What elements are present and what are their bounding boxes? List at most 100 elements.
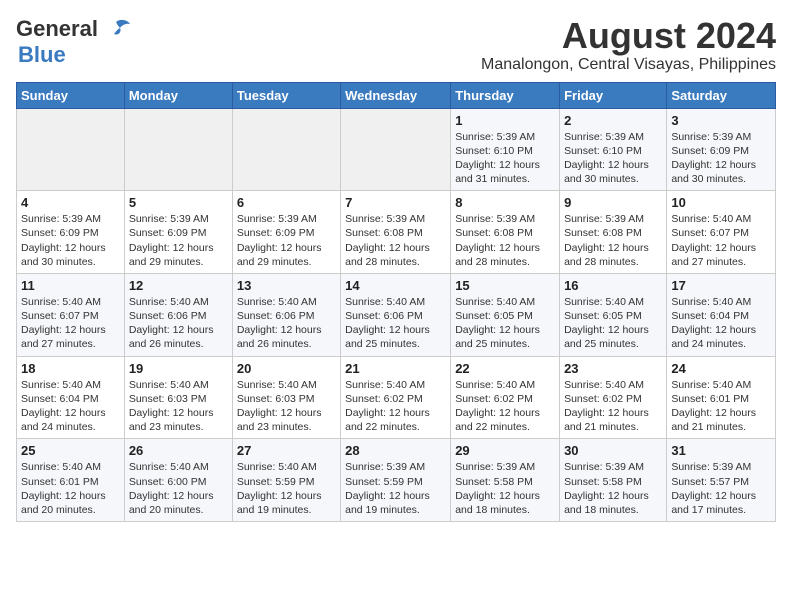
calendar-cell: 12 Sunrise: 5:40 AM Sunset: 6:06 PM Dayli…	[124, 273, 232, 356]
day-number: 6	[237, 195, 336, 210]
day-info: Sunrise: 5:39 AM Sunset: 6:10 PM Dayligh…	[455, 130, 555, 187]
calendar-cell: 19 Sunrise: 5:40 AM Sunset: 6:03 PM Dayli…	[124, 356, 232, 439]
weekday-header: Tuesday	[232, 82, 340, 108]
day-info: Sunrise: 5:39 AM Sunset: 5:59 PM Dayligh…	[345, 460, 446, 517]
calendar-cell: 10Sunrise: 5:40 AM Sunset: 6:07 PM Dayli…	[667, 191, 776, 274]
page-title: August 2024	[481, 16, 776, 56]
calendar-cell: 3Sunrise: 5:39 AM Sunset: 6:09 PM Daylig…	[667, 108, 776, 191]
weekday-header: Sunday	[17, 82, 125, 108]
calendar-cell: 6 Sunrise: 5:39 AM Sunset: 6:09 PM Daylig…	[232, 191, 340, 274]
calendar-cell	[124, 108, 232, 191]
calendar-cell: 8Sunrise: 5:39 AM Sunset: 6:08 PM Daylig…	[451, 191, 560, 274]
day-number: 22	[455, 361, 555, 376]
calendar-cell: 25 Sunrise: 5:40 AM Sunset: 6:01 PM Dayli…	[17, 439, 125, 522]
day-number: 18	[21, 361, 120, 376]
day-number: 15	[455, 278, 555, 293]
calendar-cell: 24Sunrise: 5:40 AM Sunset: 6:01 PM Dayli…	[667, 356, 776, 439]
day-number: 25	[21, 443, 120, 458]
weekday-header: Thursday	[451, 82, 560, 108]
calendar-cell: 5Sunrise: 5:39 AM Sunset: 6:09 PM Daylig…	[124, 191, 232, 274]
day-number: 13	[237, 278, 336, 293]
weekday-header: Friday	[560, 82, 667, 108]
page-subtitle: Manalongon, Central Visayas, Philippines	[481, 56, 776, 74]
calendar-cell: 29 Sunrise: 5:39 AM Sunset: 5:58 PM Dayli…	[451, 439, 560, 522]
logo-bird-icon	[100, 18, 132, 40]
day-info: Sunrise: 5:39 AM Sunset: 6:10 PM Dayligh…	[564, 130, 662, 187]
calendar-cell: 23 Sunrise: 5:40 AM Sunset: 6:02 PM Dayli…	[560, 356, 667, 439]
day-info: Sunrise: 5:40 AM Sunset: 6:02 PM Dayligh…	[455, 378, 555, 435]
calendar-cell: 9 Sunrise: 5:39 AM Sunset: 6:08 PM Daylig…	[560, 191, 667, 274]
weekday-header: Wednesday	[341, 82, 451, 108]
day-number: 9	[564, 195, 662, 210]
day-info: Sunrise: 5:39 AM Sunset: 6:08 PM Dayligh…	[345, 212, 446, 269]
day-info: Sunrise: 5:40 AM Sunset: 6:06 PM Dayligh…	[129, 295, 228, 352]
calendar-cell: 15 Sunrise: 5:40 AM Sunset: 6:05 PM Dayli…	[451, 273, 560, 356]
calendar-cell: 1 Sunrise: 5:39 AM Sunset: 6:10 PM Daylig…	[451, 108, 560, 191]
weekday-header: Saturday	[667, 82, 776, 108]
calendar-cell	[341, 108, 451, 191]
calendar-cell	[232, 108, 340, 191]
calendar-week-row: 25 Sunrise: 5:40 AM Sunset: 6:01 PM Dayli…	[17, 439, 776, 522]
calendar-table: SundayMondayTuesdayWednesdayThursdayFrid…	[16, 82, 776, 522]
day-number: 31	[671, 443, 771, 458]
day-info: Sunrise: 5:39 AM Sunset: 6:09 PM Dayligh…	[671, 130, 771, 187]
day-number: 20	[237, 361, 336, 376]
day-number: 1	[455, 113, 555, 128]
logo-blue-text: Blue	[18, 42, 66, 67]
day-info: Sunrise: 5:39 AM Sunset: 5:58 PM Dayligh…	[455, 460, 555, 517]
day-info: Sunrise: 5:39 AM Sunset: 6:08 PM Dayligh…	[564, 212, 662, 269]
calendar-cell: 21Sunrise: 5:40 AM Sunset: 6:02 PM Dayli…	[341, 356, 451, 439]
day-number: 26	[129, 443, 228, 458]
calendar-cell: 4Sunrise: 5:39 AM Sunset: 6:09 PM Daylig…	[17, 191, 125, 274]
calendar-cell: 20Sunrise: 5:40 AM Sunset: 6:03 PM Dayli…	[232, 356, 340, 439]
day-info: Sunrise: 5:40 AM Sunset: 6:05 PM Dayligh…	[455, 295, 555, 352]
day-info: Sunrise: 5:40 AM Sunset: 6:06 PM Dayligh…	[237, 295, 336, 352]
day-info: Sunrise: 5:40 AM Sunset: 6:01 PM Dayligh…	[671, 378, 771, 435]
day-info: Sunrise: 5:39 AM Sunset: 6:09 PM Dayligh…	[237, 212, 336, 269]
calendar-cell: 11 Sunrise: 5:40 AM Sunset: 6:07 PM Dayli…	[17, 273, 125, 356]
day-info: Sunrise: 5:40 AM Sunset: 6:05 PM Dayligh…	[564, 295, 662, 352]
day-info: Sunrise: 5:40 AM Sunset: 6:02 PM Dayligh…	[564, 378, 662, 435]
calendar-cell: 26 Sunrise: 5:40 AM Sunset: 6:00 PM Dayli…	[124, 439, 232, 522]
day-info: Sunrise: 5:40 AM Sunset: 6:01 PM Dayligh…	[21, 460, 120, 517]
calendar-cell: 14 Sunrise: 5:40 AM Sunset: 6:06 PM Dayli…	[341, 273, 451, 356]
day-number: 29	[455, 443, 555, 458]
day-info: Sunrise: 5:40 AM Sunset: 6:06 PM Dayligh…	[345, 295, 446, 352]
day-info: Sunrise: 5:40 AM Sunset: 6:04 PM Dayligh…	[21, 378, 120, 435]
day-info: Sunrise: 5:40 AM Sunset: 6:07 PM Dayligh…	[21, 295, 120, 352]
day-info: Sunrise: 5:39 AM Sunset: 5:57 PM Dayligh…	[671, 460, 771, 517]
day-info: Sunrise: 5:39 AM Sunset: 5:58 PM Dayligh…	[564, 460, 662, 517]
day-info: Sunrise: 5:40 AM Sunset: 5:59 PM Dayligh…	[237, 460, 336, 517]
calendar-cell	[17, 108, 125, 191]
day-number: 16	[564, 278, 662, 293]
day-info: Sunrise: 5:40 AM Sunset: 6:07 PM Dayligh…	[671, 212, 771, 269]
calendar-cell: 2 Sunrise: 5:39 AM Sunset: 6:10 PM Daylig…	[560, 108, 667, 191]
day-number: 2	[564, 113, 662, 128]
calendar-cell: 7Sunrise: 5:39 AM Sunset: 6:08 PM Daylig…	[341, 191, 451, 274]
calendar-cell: 30 Sunrise: 5:39 AM Sunset: 5:58 PM Dayli…	[560, 439, 667, 522]
day-number: 11	[21, 278, 120, 293]
day-number: 19	[129, 361, 228, 376]
day-info: Sunrise: 5:40 AM Sunset: 6:03 PM Dayligh…	[129, 378, 228, 435]
day-info: Sunrise: 5:40 AM Sunset: 6:00 PM Dayligh…	[129, 460, 228, 517]
day-info: Sunrise: 5:39 AM Sunset: 6:09 PM Dayligh…	[129, 212, 228, 269]
day-number: 12	[129, 278, 228, 293]
calendar-week-row: 4Sunrise: 5:39 AM Sunset: 6:09 PM Daylig…	[17, 191, 776, 274]
calendar-week-row: 11 Sunrise: 5:40 AM Sunset: 6:07 PM Dayli…	[17, 273, 776, 356]
day-number: 23	[564, 361, 662, 376]
day-number: 14	[345, 278, 446, 293]
day-info: Sunrise: 5:39 AM Sunset: 6:09 PM Dayligh…	[21, 212, 120, 269]
calendar-cell: 18 Sunrise: 5:40 AM Sunset: 6:04 PM Dayli…	[17, 356, 125, 439]
calendar-cell: 17Sunrise: 5:40 AM Sunset: 6:04 PM Dayli…	[667, 273, 776, 356]
calendar-cell: 22 Sunrise: 5:40 AM Sunset: 6:02 PM Dayli…	[451, 356, 560, 439]
calendar-cell: 27 Sunrise: 5:40 AM Sunset: 5:59 PM Dayli…	[232, 439, 340, 522]
day-number: 30	[564, 443, 662, 458]
calendar-week-row: 18 Sunrise: 5:40 AM Sunset: 6:04 PM Dayli…	[17, 356, 776, 439]
day-info: Sunrise: 5:40 AM Sunset: 6:04 PM Dayligh…	[671, 295, 771, 352]
calendar-cell: 28Sunrise: 5:39 AM Sunset: 5:59 PM Dayli…	[341, 439, 451, 522]
logo-general-text: General	[16, 16, 98, 42]
day-info: Sunrise: 5:39 AM Sunset: 6:08 PM Dayligh…	[455, 212, 555, 269]
title-block: August 2024 Manalongon, Central Visayas,…	[481, 16, 776, 74]
day-info: Sunrise: 5:40 AM Sunset: 6:02 PM Dayligh…	[345, 378, 446, 435]
day-number: 27	[237, 443, 336, 458]
